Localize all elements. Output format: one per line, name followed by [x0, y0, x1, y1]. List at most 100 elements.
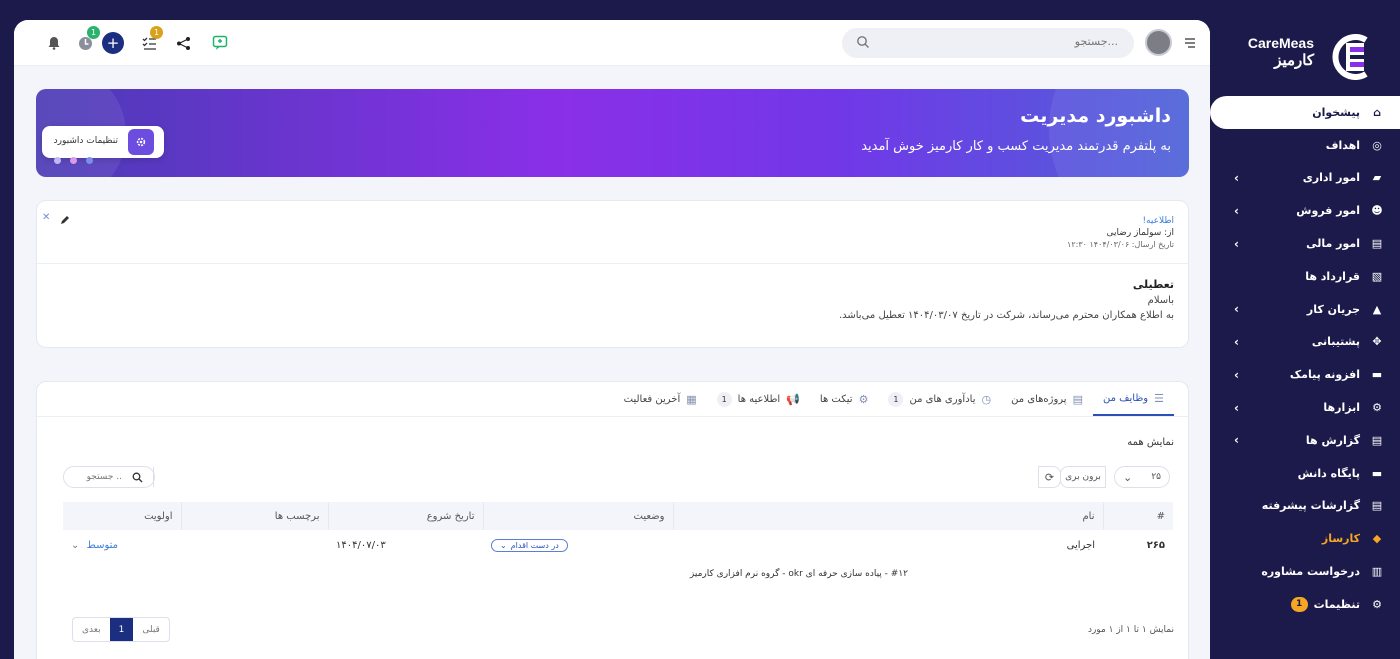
show-all-link[interactable]: نمایش همه [1127, 437, 1174, 448]
tab[interactable]: ▤ پروژه‌های من [1001, 382, 1093, 416]
sidebar-item[interactable]: ⚙ ابزارها ‹ [1210, 391, 1400, 424]
task-list-icon[interactable]: 1 [140, 26, 163, 52]
sidebar-item[interactable]: ▬ پایگاه دانش [1210, 457, 1400, 490]
task-search[interactable] [63, 466, 155, 488]
sidebar-item[interactable]: ▤ گزارشات پیشرفته [1210, 490, 1400, 523]
share-icon[interactable] [174, 34, 192, 52]
sidebar-item[interactable]: ▤ گزارش ها ‹ [1210, 424, 1400, 457]
menu-toggle-icon[interactable] [1184, 37, 1196, 49]
sidebar-item[interactable]: ▲ جریان کار ‹ [1210, 293, 1400, 326]
logo-mark-icon [1332, 34, 1368, 80]
export-button[interactable]: برون بری [1060, 466, 1106, 488]
tabs-bar: ☰ وظایف من ▤ پروژه‌های من ◷ یادآوری های من 1 ⚙ ت… [614, 382, 1174, 416]
col-priority[interactable]: اولویت [63, 502, 181, 530]
sidebar-item[interactable]: ⚙ تنظیمات 1 [1210, 588, 1400, 621]
table-row[interactable]: ۲۶۵ اجرایی در دست اقدام ⌄ ۱۴۰۴/۰۷/۰۳ متو… [63, 530, 1173, 560]
dashboard-settings-button[interactable]: تنظیمات داشبورد [42, 126, 164, 158]
col-id[interactable]: # [1102, 502, 1173, 530]
chevron-left-icon: ‹ [1234, 236, 1239, 251]
tab[interactable]: ◷ یادآوری های من 1 [878, 382, 1001, 416]
refresh-button[interactable]: ⟳ [1038, 466, 1061, 488]
folder-icon: ▬ [1371, 466, 1383, 480]
report-icon: ▤ [1371, 433, 1383, 447]
user-avatar[interactable] [1145, 29, 1172, 56]
sidebar-item[interactable]: ▥ درخواست مشاوره [1210, 555, 1400, 588]
sidebar-item[interactable]: ✥ پشتیبانی ‹ [1210, 326, 1400, 359]
sidebar-item[interactable]: ◎ اهداف [1210, 129, 1400, 162]
col-tags[interactable]: برچسب ها [180, 502, 328, 530]
tab[interactable]: ▦ آخرین فعالیت [614, 382, 707, 416]
announcement-title[interactable]: اطلاعیه! [1067, 215, 1174, 227]
bell-icon[interactable] [45, 34, 63, 52]
next-page-button[interactable]: بعدی [73, 618, 110, 641]
col-start-date[interactable]: تاریخ شروع [327, 502, 483, 530]
global-search[interactable] [842, 28, 1134, 58]
tab-label: پروژه‌های من [1011, 393, 1067, 405]
announcement-date: تاریخ ارسال: ۱۴۰۴/۰۳/۰۶ ۱۲:۳۰ [1067, 240, 1174, 249]
announcement-body: به اطلاع همکاران محترم می‌رساند، شرکت در… [838, 310, 1174, 321]
sidebar-item[interactable]: ▤ امور مالی ‹ [1210, 227, 1400, 260]
sidebar-item[interactable]: ▬ افزونه پیامک ‹ [1210, 358, 1400, 391]
tab-icon: 📢 [786, 392, 800, 406]
sidebar-item[interactable]: ▰ امور اداری ‹ [1210, 162, 1400, 195]
dot-indicator[interactable] [54, 157, 61, 164]
priority-dropdown[interactable]: متوسط ⌄ [71, 540, 118, 551]
sidebar-item-label: امور فروش [1296, 204, 1360, 218]
refresh-icon: ⟳ [1044, 470, 1055, 484]
advanced-report-icon: ▤ [1371, 499, 1383, 513]
page-size-value: ۲۵ [1151, 472, 1161, 482]
dot-indicator[interactable] [70, 157, 77, 164]
export-label: برون بری [1065, 472, 1101, 482]
tab[interactable]: 📢 اطلاعیه ها 1 [707, 382, 810, 416]
sidebar-item[interactable]: ⌂ پیشخوان [1210, 96, 1400, 129]
tab[interactable]: ☰ وظایف من [1093, 382, 1174, 416]
tab[interactable]: ⚙ تیکت ها [810, 382, 879, 416]
chevron-left-icon: ‹ [1234, 203, 1239, 218]
brand-name-fa: کارمیز [1274, 52, 1314, 69]
contract-icon: ▧ [1371, 269, 1383, 283]
priority-value: متوسط [86, 539, 118, 551]
sidebar-menu: ⌂ پیشخوان ◎ اهداف ▰ امور اداری ‹ ☻ امور فروش ‹ ▤ ام… [1210, 96, 1400, 621]
topbar: 1 + 1 [14, 20, 1210, 66]
sidebar-item-label: امور اداری [1302, 171, 1360, 185]
tab-icon: ◷ [981, 392, 992, 406]
edit-icon[interactable] [59, 214, 71, 226]
sidebar-item[interactable]: ◆ کارساز [1210, 522, 1400, 555]
dot-indicator[interactable] [86, 157, 93, 164]
col-status[interactable]: وضعیت [482, 502, 673, 530]
timer-badge: 1 [87, 26, 100, 39]
announcement-greeting: باسلام [1147, 295, 1174, 306]
add-icon[interactable]: + [102, 32, 124, 54]
sidebar-item-label: کارساز [1321, 532, 1360, 546]
brand-name-en: CareMeas [1247, 35, 1314, 51]
users-icon: ☻ [1371, 204, 1383, 218]
task-name[interactable]: اجرایی [673, 530, 1103, 560]
page-number[interactable]: 1 [109, 618, 134, 641]
status-dropdown[interactable]: در دست اقدام ⌄ [491, 538, 568, 552]
chat-icon[interactable] [211, 34, 229, 52]
tab-label: تیکت ها [819, 393, 853, 405]
search-icon[interactable] [122, 467, 154, 487]
tab-label: اطلاعیه ها [737, 393, 781, 405]
sidebar-item-label: افزونه پیامک [1289, 368, 1360, 382]
sidebar-item-label: تنظیمات [1313, 597, 1360, 611]
global-search-input[interactable] [878, 35, 1118, 48]
task-search-input[interactable] [68, 472, 122, 482]
task-subline[interactable]: #۱۲ - پیاده سازی حرفه ای okr - گروه نرم … [690, 569, 908, 579]
chevron-down-icon: ⌄ [71, 539, 80, 551]
sidebar-item[interactable]: ☻ امور فروش ‹ [1210, 194, 1400, 227]
banner-subtitle: به پلتفرم قدرتمند مدیریت کسب و کار کارمی… [861, 139, 1171, 154]
tab-icon: ☰ [1154, 391, 1164, 405]
sidebar-item-label: قرارداد ها [1305, 269, 1360, 283]
close-icon[interactable]: ✕ [42, 212, 50, 223]
sidebar-item[interactable]: ▧ قرارداد ها [1210, 260, 1400, 293]
col-name[interactable]: نام [672, 502, 1103, 530]
brand-logo[interactable]: CareMeas کارمیز [1222, 34, 1372, 84]
prev-page-button[interactable]: قبلی [133, 618, 169, 641]
sidebar-badge: 1 [1290, 596, 1308, 612]
sidebar-item-label: پایگاه دانش [1297, 466, 1360, 480]
timer-icon[interactable]: 1 [76, 26, 100, 52]
page-size-select[interactable]: ⌄ ۲۵ [1114, 466, 1170, 488]
sidebar-item-label: گزارش ها [1305, 433, 1360, 447]
sms-icon: ▬ [1371, 368, 1383, 382]
